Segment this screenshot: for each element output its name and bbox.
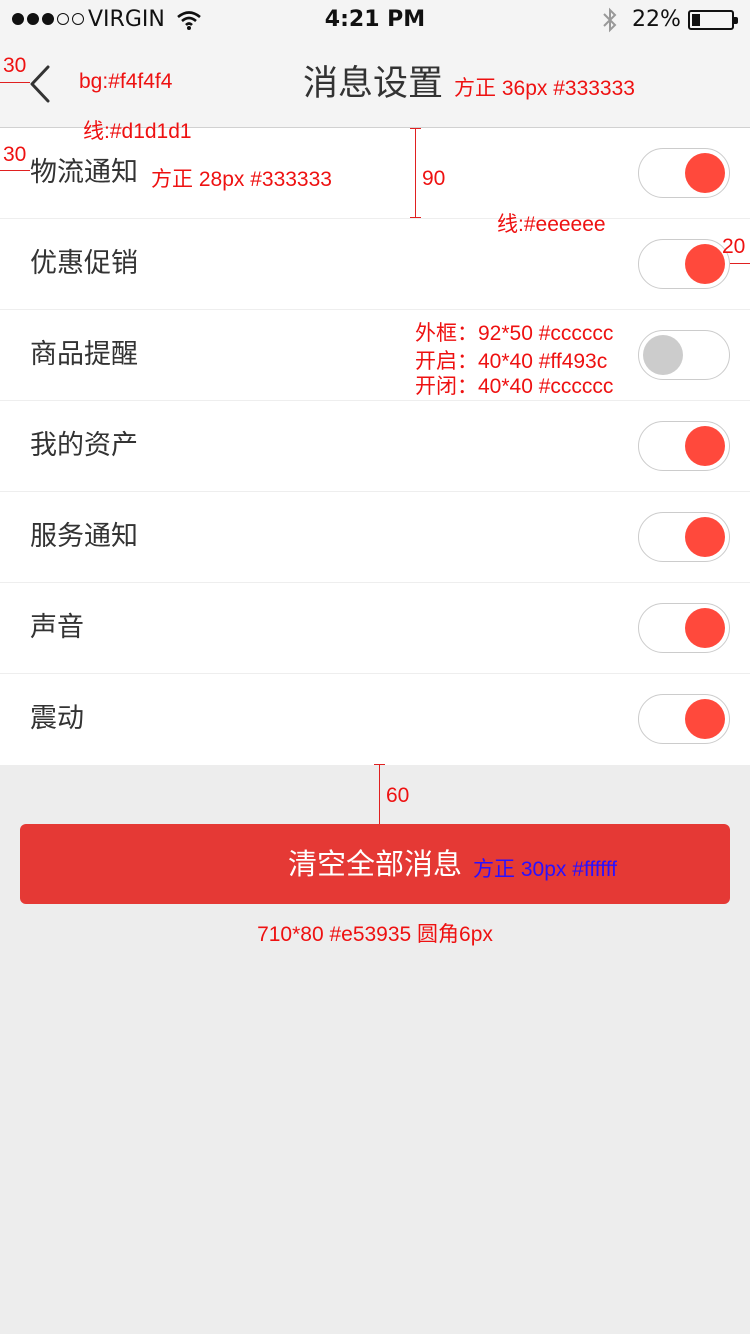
battery-icon bbox=[688, 10, 738, 30]
annotation-button-gap: 60 bbox=[386, 784, 410, 807]
settings-list: 物流通知 优惠促销 商品提醒 我的资产 服务通知 声音 震动 bbox=[0, 128, 750, 765]
annotation-toggle-frame: 外框：92*50 #cccccc bbox=[415, 322, 614, 345]
toggle-knob bbox=[685, 608, 725, 648]
setting-row-sound: 声音 bbox=[0, 583, 750, 674]
setting-row-promotions: 优惠促销 bbox=[0, 219, 750, 310]
battery-percent: 22% bbox=[632, 7, 681, 32]
setting-label: 服务通知 bbox=[30, 521, 138, 552]
toggle-knob bbox=[685, 153, 725, 193]
toggle-knob bbox=[685, 426, 725, 466]
height-marker bbox=[379, 764, 380, 824]
annotation-button-spec: 710*80 #e53935 圆角6px bbox=[257, 923, 493, 946]
page-title: 消息设置 bbox=[303, 64, 444, 104]
annotation-toggle-margin: 20 bbox=[722, 235, 746, 258]
setting-row-service-notice: 服务通知 bbox=[0, 492, 750, 583]
annotation-button-label-spec: 方正 30px #ffffff bbox=[473, 858, 617, 881]
height-marker-cap bbox=[410, 128, 421, 129]
setting-label: 我的资产 bbox=[30, 430, 138, 461]
toggle-switch[interactable] bbox=[638, 148, 730, 198]
annotation-row-height: 90 bbox=[422, 167, 446, 190]
toggle-switch[interactable] bbox=[638, 330, 730, 380]
spacing-marker bbox=[0, 82, 30, 83]
setting-label: 声音 bbox=[30, 612, 84, 643]
setting-row-product-reminders: 商品提醒 bbox=[0, 310, 750, 401]
toggle-switch[interactable] bbox=[638, 512, 730, 562]
toggle-knob bbox=[685, 244, 725, 284]
setting-label: 商品提醒 bbox=[30, 339, 138, 370]
spacing-marker bbox=[0, 170, 30, 171]
clear-all-label: 清空全部消息 bbox=[287, 847, 462, 881]
setting-label: 优惠促销 bbox=[30, 248, 138, 279]
clear-all-button[interactable]: 清空全部消息 bbox=[20, 824, 730, 904]
back-arrow-icon[interactable] bbox=[28, 64, 52, 104]
setting-row-my-assets: 我的资产 bbox=[0, 401, 750, 492]
height-marker-cap bbox=[374, 764, 385, 765]
toggle-switch[interactable] bbox=[638, 694, 730, 744]
toggle-switch[interactable] bbox=[638, 603, 730, 653]
spacing-marker bbox=[730, 263, 750, 264]
annotation-nav-line: 线:#d1d1d1 bbox=[83, 120, 192, 143]
height-marker-cap bbox=[410, 217, 421, 218]
toggle-switch[interactable] bbox=[638, 421, 730, 471]
annotation-title-spec: 方正 36px #333333 bbox=[454, 77, 635, 100]
annotation-row-margin: 30 bbox=[3, 143, 27, 166]
toggle-switch[interactable] bbox=[638, 239, 730, 289]
status-bar: VIRGIN 4:21 PM 22% bbox=[0, 0, 750, 40]
annotation-row-label-spec: 方正 28px #333333 bbox=[151, 168, 332, 191]
bluetooth-icon bbox=[603, 7, 617, 33]
annotation-back-margin: 30 bbox=[3, 54, 27, 77]
setting-row-vibration: 震动 bbox=[0, 674, 750, 765]
toggle-knob bbox=[685, 699, 725, 739]
annotation-toggle-off: 开闭：40*40 #cccccc bbox=[415, 375, 614, 398]
toggle-knob bbox=[643, 335, 683, 375]
toggle-knob bbox=[685, 517, 725, 557]
annotation-row-line: 线:#eeeeee bbox=[497, 213, 606, 236]
height-marker bbox=[415, 128, 416, 218]
setting-label: 震动 bbox=[30, 703, 84, 734]
annotation-nav-bg: bg:#f4f4f4 bbox=[79, 70, 173, 93]
